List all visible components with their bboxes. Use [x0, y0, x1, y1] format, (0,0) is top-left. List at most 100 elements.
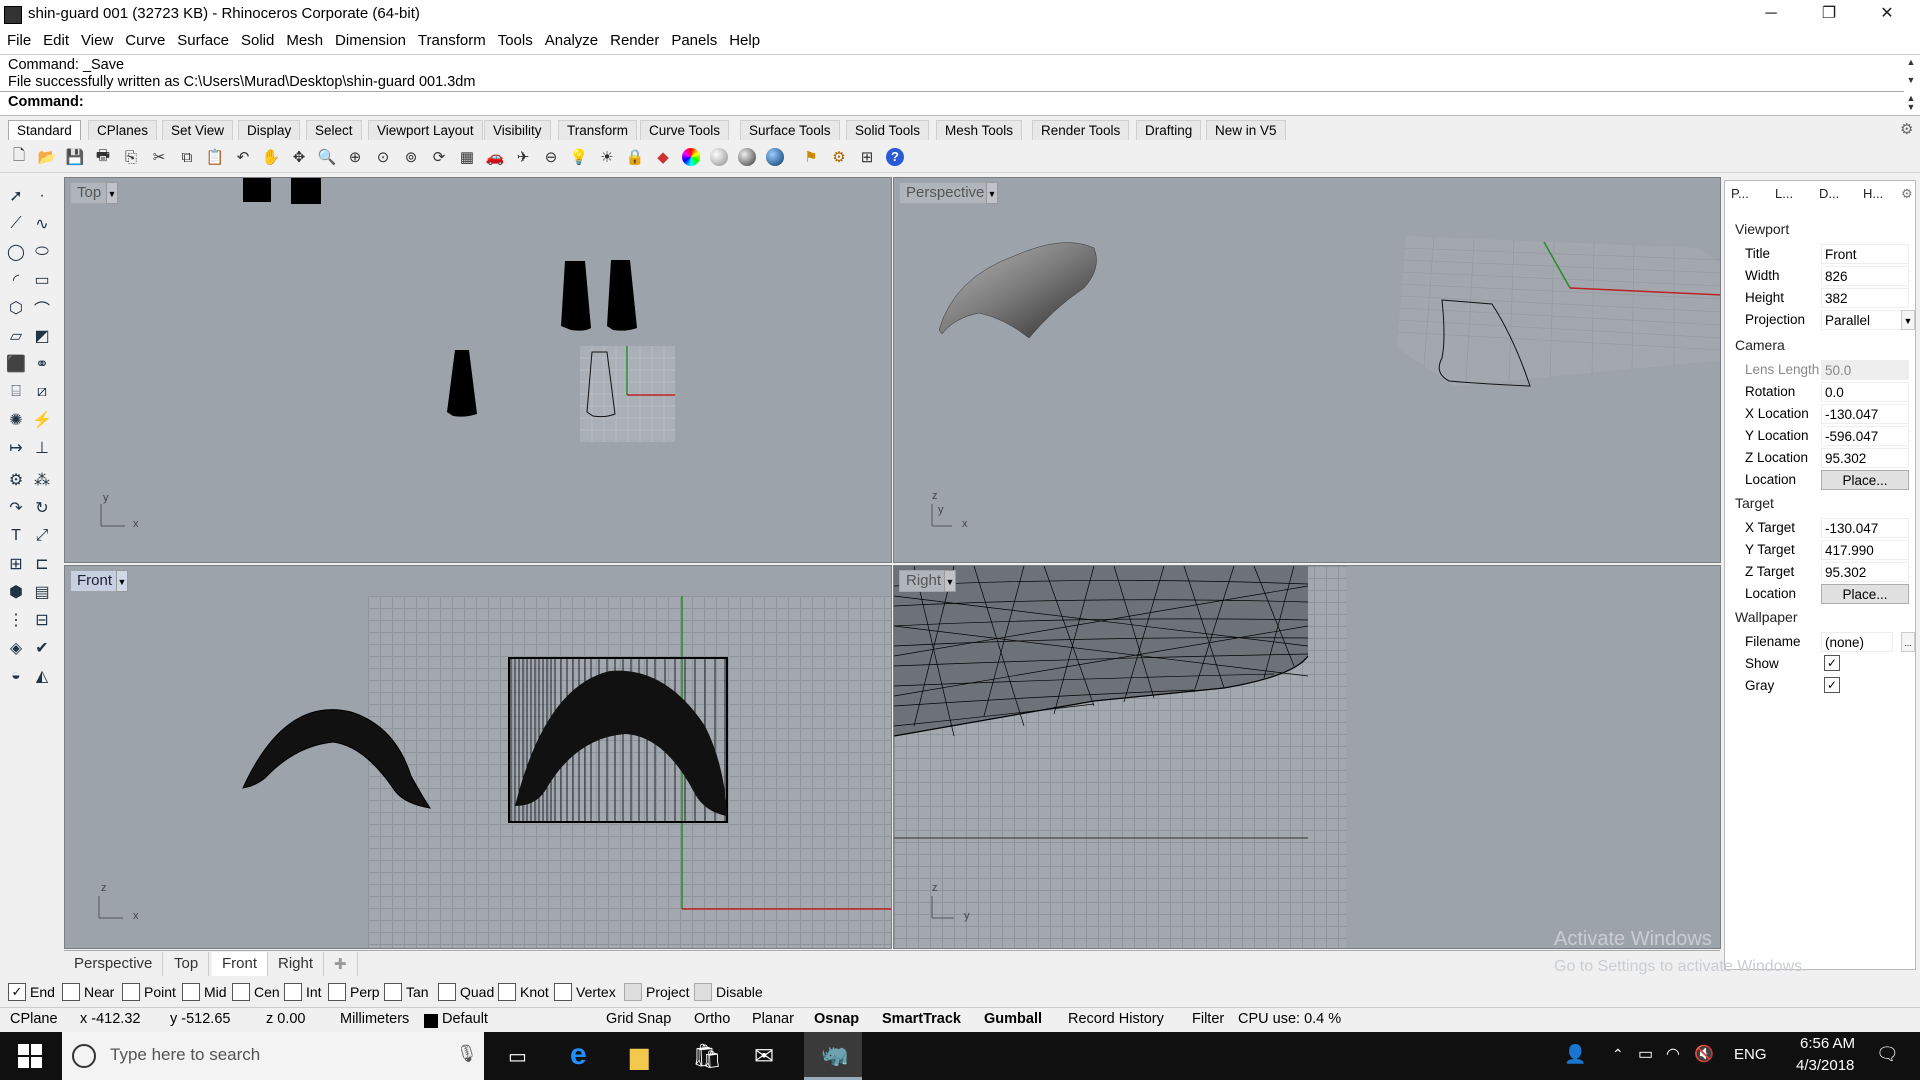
- cut-icon[interactable]: ✂: [148, 146, 170, 168]
- menu-transform[interactable]: Transform: [411, 30, 491, 49]
- osnap-disable[interactable]: Disable: [694, 983, 763, 1001]
- rhino-taskbar-button[interactable]: 🦏: [804, 1032, 862, 1080]
- scroll-down-icon[interactable]: ▼: [1904, 102, 1918, 112]
- text-icon[interactable]: ⊥: [30, 436, 54, 460]
- light-icon[interactable]: ☀: [596, 146, 618, 168]
- zoom-window-icon[interactable]: ⊕: [344, 146, 366, 168]
- grid-options-icon[interactable]: ⊞: [856, 146, 878, 168]
- menu-file[interactable]: File: [0, 30, 36, 49]
- osnap-vertex[interactable]: Vertex: [554, 983, 616, 1001]
- microphone-icon[interactable]: 🎙: [456, 1044, 478, 1064]
- tab-viewport-layout[interactable]: Viewport Layout: [368, 120, 483, 140]
- rhino-app-icon[interactable]: [4, 6, 22, 24]
- arc-icon[interactable]: ◜: [4, 268, 28, 292]
- people-icon[interactable]: 👤: [1564, 1044, 1586, 1065]
- mesh-icon[interactable]: ⧄: [30, 380, 54, 404]
- status-grid-snap[interactable]: Grid Snap: [606, 1011, 671, 1027]
- place-button[interactable]: Place...: [1821, 470, 1909, 490]
- status-units[interactable]: Millimeters: [340, 1011, 409, 1027]
- select-arrow-icon[interactable]: ➚: [4, 184, 28, 208]
- solid-box-icon[interactable]: ⬢: [4, 580, 28, 604]
- tab-display[interactable]: Display: [238, 120, 301, 140]
- tab-properties[interactable]: P...: [1729, 184, 1751, 206]
- browse-button[interactable]: ...: [1901, 632, 1915, 652]
- analyze-icon[interactable]: ◈: [4, 636, 28, 660]
- restore-button[interactable]: ❐: [1800, 0, 1858, 30]
- status-cplane[interactable]: CPlane: [10, 1011, 58, 1027]
- undo-icon[interactable]: ↶: [232, 146, 254, 168]
- tab-mesh-tools[interactable]: Mesh Tools: [936, 120, 1023, 140]
- grid-array-icon[interactable]: ⋮: [4, 608, 28, 632]
- zoom-selected-icon[interactable]: ⊚: [400, 146, 422, 168]
- mail-icon[interactable]: ✉: [754, 1042, 774, 1071]
- group-icon[interactable]: ⊞: [4, 552, 28, 576]
- pan-icon[interactable]: ✋: [260, 146, 282, 168]
- join-icon[interactable]: ⊏: [30, 552, 54, 576]
- trim-icon[interactable]: ↷: [4, 496, 28, 520]
- task-view-icon[interactable]: ▭: [508, 1044, 527, 1069]
- text-tool-icon[interactable]: T: [4, 524, 28, 548]
- help-icon[interactable]: ?: [884, 146, 906, 168]
- box-icon[interactable]: ⬛: [4, 352, 28, 376]
- layer-icon[interactable]: ◆: [652, 146, 674, 168]
- viewport-label[interactable]: Right: [899, 570, 949, 592]
- status-layer[interactable]: Default: [442, 1011, 488, 1027]
- tab-visibility[interactable]: Visibility: [484, 120, 551, 140]
- car-icon[interactable]: 🚗: [484, 146, 506, 168]
- menu-dimension[interactable]: Dimension: [328, 30, 411, 49]
- menu-analyze[interactable]: Analyze: [538, 30, 603, 49]
- tab-select[interactable]: Select: [306, 120, 362, 140]
- menu-curve[interactable]: Curve: [118, 30, 170, 49]
- layout-icon[interactable]: ⊟: [30, 608, 54, 632]
- save-icon[interactable]: 💾: [64, 146, 86, 168]
- rotate-view-icon[interactable]: ⟳: [428, 146, 450, 168]
- osnap-int[interactable]: Int: [284, 983, 322, 1001]
- osnap-cen[interactable]: Cen: [232, 983, 280, 1001]
- tab-new-in-v5[interactable]: New in V5: [1206, 120, 1286, 140]
- viewport-top[interactable]: Top ▼ y x: [64, 177, 892, 563]
- import-icon[interactable]: ⎘: [120, 146, 142, 168]
- menu-help[interactable]: Help: [722, 30, 765, 49]
- menu-solid[interactable]: Solid: [234, 30, 279, 49]
- tab-drafting[interactable]: Drafting: [1136, 120, 1202, 140]
- move-view-icon[interactable]: ✥: [288, 146, 310, 168]
- status-smarttrack[interactable]: SmartTrack: [882, 1011, 961, 1027]
- command-history[interactable]: Command: _Save File successfully written…: [0, 54, 1920, 116]
- tab-solid-tools[interactable]: Solid Tools: [846, 120, 930, 140]
- ellipse-icon[interactable]: ⬭: [30, 240, 54, 264]
- tab-display[interactable]: D...: [1817, 184, 1841, 206]
- tab-standard[interactable]: Standard: [8, 120, 81, 140]
- osnap-near[interactable]: Near: [62, 983, 114, 1001]
- color-wheel-icon[interactable]: [680, 146, 702, 168]
- viewport-perspective[interactable]: Perspective ▼ z y x: [893, 177, 1721, 563]
- language-indicator[interactable]: ENG: [1734, 1046, 1767, 1063]
- clock-date[interactable]: 4/3/2018: [1796, 1057, 1854, 1074]
- boolean-icon[interactable]: ⚭: [30, 352, 54, 376]
- status-record-history[interactable]: Record History: [1068, 1011, 1164, 1027]
- cylinder-icon[interactable]: ⌸: [4, 380, 28, 404]
- extrude-icon[interactable]: ◩: [30, 324, 54, 348]
- polyline-icon[interactable]: ⟋: [4, 212, 28, 236]
- file-explorer-icon[interactable]: ▆: [630, 1042, 648, 1071]
- tab-curve-tools[interactable]: Curve Tools: [640, 120, 730, 140]
- material-icon[interactable]: ◒: [4, 664, 28, 688]
- status-osnap[interactable]: Osnap: [814, 1011, 859, 1027]
- windows-start-icon[interactable]: [18, 1044, 42, 1068]
- wireframe-sphere-icon[interactable]: [708, 146, 730, 168]
- tab-surface-tools[interactable]: Surface Tools: [740, 120, 840, 140]
- osnap-tan[interactable]: Tan: [384, 983, 429, 1001]
- split-icon[interactable]: ↻: [30, 496, 54, 520]
- check-icon[interactable]: ✔: [30, 636, 54, 660]
- chevron-down-icon[interactable]: ▼: [944, 570, 956, 592]
- viewport-tab-right[interactable]: Right: [268, 952, 325, 976]
- rendered-sphere-icon[interactable]: [764, 146, 786, 168]
- place-button[interactable]: Place...: [1821, 584, 1909, 604]
- volume-icon[interactable]: 🔇: [1694, 1044, 1714, 1064]
- options-icon[interactable]: ⚙: [828, 146, 850, 168]
- menu-surface[interactable]: Surface: [170, 30, 234, 49]
- osnap-knot[interactable]: Knot: [498, 983, 549, 1001]
- tab-help[interactable]: H...: [1861, 184, 1885, 206]
- tab-set-view[interactable]: Set View: [162, 120, 234, 140]
- tab-transform[interactable]: Transform: [558, 120, 638, 140]
- status-gumball[interactable]: Gumball: [984, 1011, 1042, 1027]
